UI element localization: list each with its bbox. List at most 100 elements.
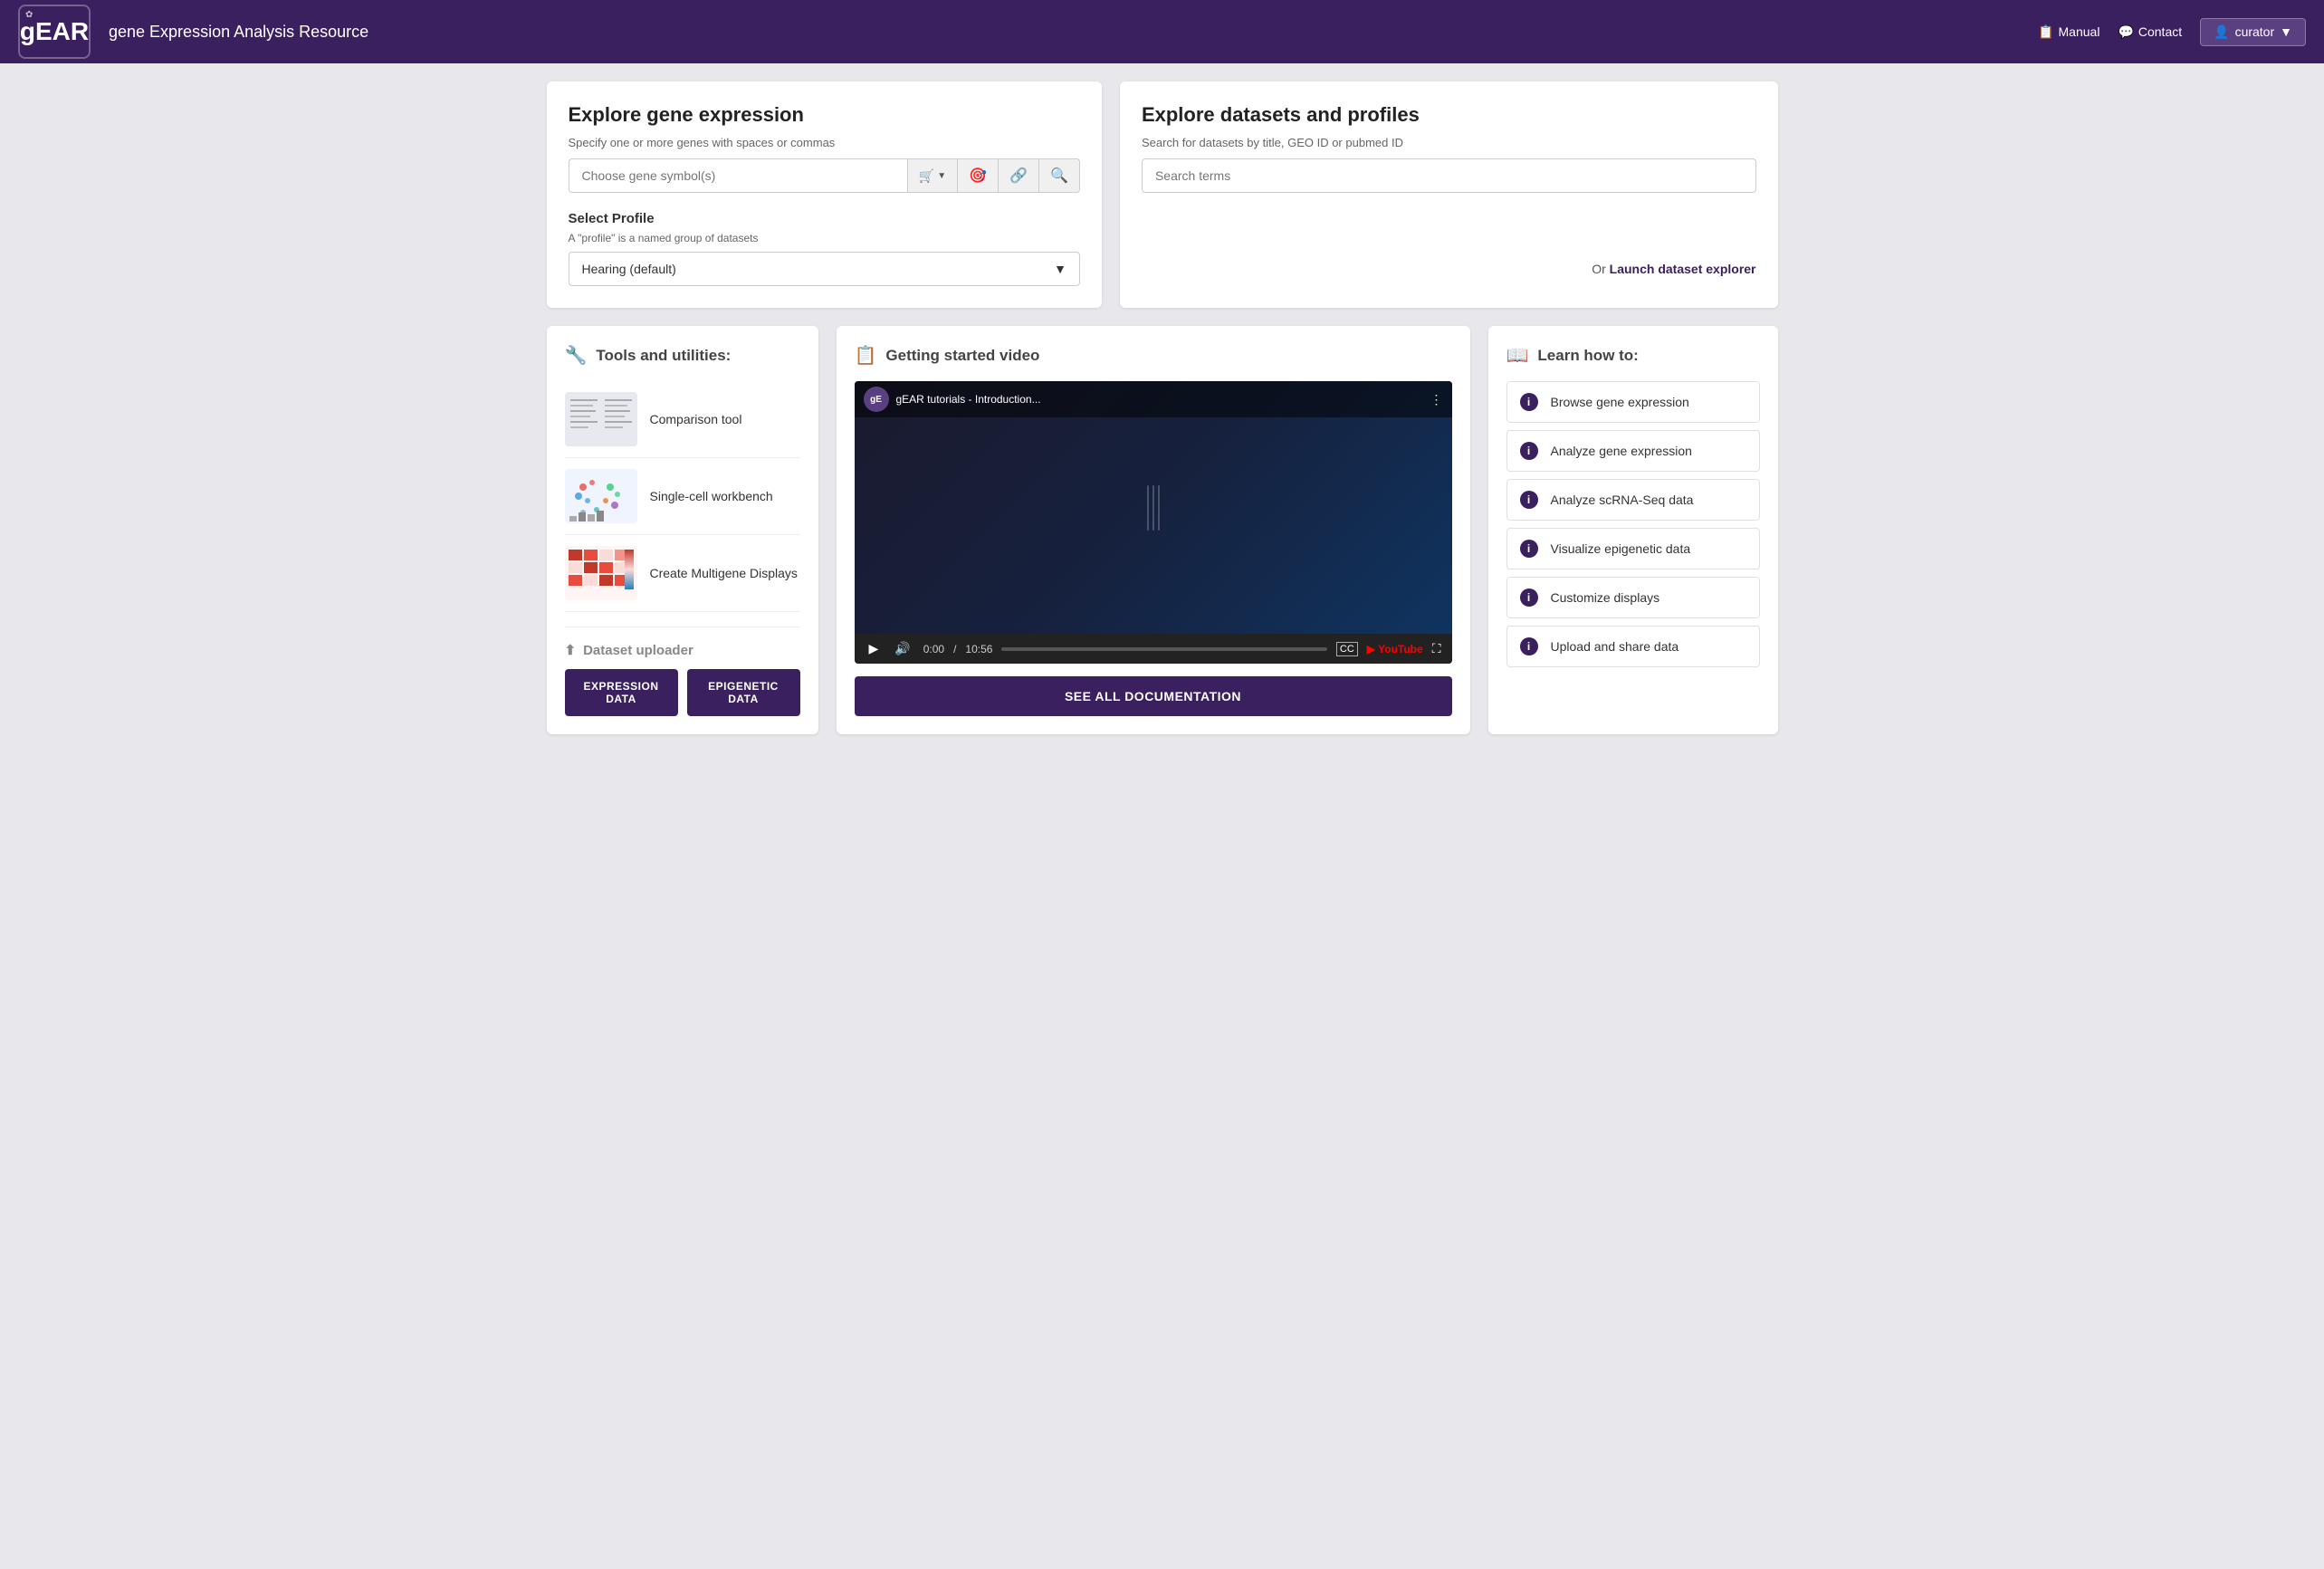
epigenetic-data-button[interactable]: EPIGENETIC DATA [687, 669, 800, 716]
video-section-icon: 📋 [855, 344, 877, 367]
contact-link[interactable]: 💬 Contact [2118, 24, 2182, 40]
expression-data-button[interactable]: EXPRESSION DATA [565, 669, 678, 716]
target-icon: 🎯 [969, 167, 987, 185]
link-button[interactable]: 🔗 [998, 159, 1038, 192]
cart-chevron-icon: ▼ [937, 171, 946, 181]
comparison-thumb [565, 392, 637, 446]
learn-item-analyze-gene[interactable]: i Analyze gene expression [1506, 430, 1760, 472]
video-title: gEAR tutorials - Introduction... [896, 393, 1041, 406]
vid-mini-1 [1147, 485, 1149, 531]
search-icon: 🔍 [1050, 167, 1068, 185]
video-overlay-header: gE gEAR tutorials - Introduction... ⋮ [855, 381, 1452, 417]
gene-symbol-input[interactable] [569, 159, 907, 192]
user-icon: 👤 [2214, 24, 2229, 40]
info-icon-5: i [1520, 588, 1538, 607]
app-title: gene Expression Analysis Resource [109, 23, 2038, 42]
cart-icon: 🛒 [919, 168, 934, 184]
launch-link-area: Or Launch dataset explorer [1142, 262, 1756, 276]
learn-label-5: Customize displays [1551, 590, 1660, 605]
learn-item-customize-displays[interactable]: i Customize displays [1506, 577, 1760, 618]
comparison-tool-item[interactable]: Comparison tool [565, 381, 800, 458]
see-all-documentation-button[interactable]: SEE ALL DOCUMENTATION [855, 676, 1452, 716]
video-thumbnail: gE gEAR tutorials - Introduction... ⋮ [855, 381, 1452, 634]
dataset-uploader-section: ⬆ Dataset uploader EXPRESSION DATA EPIGE… [565, 627, 800, 716]
gene-input-row: 🛒 ▼ 🎯 🔗 🔍 [569, 158, 1080, 193]
logo-box[interactable]: ✿ gEAR [18, 5, 91, 59]
learn-section-label: Learn how to: [1537, 347, 1638, 365]
tools-panel: 🔧 Tools and utilities: [547, 326, 818, 734]
video-controls: ▶ 🔊 0:00 / 10:56 CC ▶ YouTube ⛶ [855, 634, 1452, 664]
profile-chevron-icon: ▼ [1054, 262, 1066, 276]
learn-item-browse-gene[interactable]: i Browse gene expression [1506, 381, 1760, 423]
dataset-search-input[interactable] [1142, 158, 1756, 193]
learn-label-1: Browse gene expression [1551, 395, 1689, 409]
learn-panel: 📖 Learn how to: i Browse gene expression… [1488, 326, 1778, 734]
learn-item-analyze-scrna[interactable]: i Analyze scRNA-Seq data [1506, 479, 1760, 521]
bottom-panels-row: 🔧 Tools and utilities: [547, 326, 1778, 734]
profile-description: A "profile" is a named group of datasets [569, 232, 1080, 244]
launch-dataset-explorer-link[interactable]: Launch dataset explorer [1610, 262, 1756, 276]
time-total: 10:56 [965, 643, 992, 655]
video-channel-icon: gE [864, 387, 889, 412]
multigene-tool-item[interactable]: Create Multigene Displays [565, 535, 800, 612]
dataset-uploader-header: ⬆ Dataset uploader [565, 642, 800, 658]
explore-gene-panel: Explore gene expression Specify one or m… [547, 81, 1102, 308]
video-section-label: Getting started video [885, 347, 1039, 365]
explore-datasets-panel: Explore datasets and profiles Search for… [1120, 81, 1778, 308]
explore-datasets-subtitle: Search for datasets by title, GEO ID or … [1142, 136, 1756, 149]
multigene-thumb-svg [565, 546, 637, 600]
learn-label-2: Analyze gene expression [1551, 444, 1692, 458]
dataset-uploader-label: Dataset uploader [583, 643, 693, 658]
learn-label-3: Analyze scRNA-Seq data [1551, 493, 1694, 507]
singlecell-tool-item[interactable]: Single-cell workbench [565, 458, 800, 535]
progress-bar[interactable] [1001, 647, 1326, 651]
time-sep: / [953, 643, 956, 655]
learn-item-upload-share[interactable]: i Upload and share data [1506, 626, 1760, 667]
comparison-tool-label: Comparison tool [650, 412, 742, 426]
search-button[interactable]: 🔍 [1038, 159, 1079, 192]
cc-button[interactable]: CC [1336, 642, 1358, 656]
volume-button[interactable]: 🔊 [891, 639, 913, 658]
info-icon-2: i [1520, 442, 1538, 460]
explore-datasets-title: Explore datasets and profiles [1142, 103, 1756, 127]
video-screenshot [1129, 467, 1178, 549]
header-nav: 📋 Manual 💬 Contact 👤 curator ▼ [2038, 18, 2306, 46]
upload-icon: ⬆ [565, 642, 577, 658]
comparison-thumb-svg [565, 392, 637, 446]
cart-button[interactable]: 🛒 ▼ [907, 159, 957, 192]
profile-dropdown[interactable]: Hearing (default) ▼ [569, 252, 1080, 286]
upload-buttons: EXPRESSION DATA EPIGENETIC DATA [565, 669, 800, 716]
select-profile-label: Select Profile [569, 211, 1080, 226]
play-button[interactable]: ▶ [866, 639, 883, 658]
info-icon-4: i [1520, 540, 1538, 558]
main-content: Explore gene expression Specify one or m… [529, 63, 1796, 752]
top-panels-row: Explore gene expression Specify one or m… [547, 81, 1778, 308]
youtube-logo: ▶ YouTube [1367, 643, 1423, 655]
video-container: gE gEAR tutorials - Introduction... ⋮ ▶ … [855, 381, 1452, 664]
video-options-icon: ⋮ [1430, 392, 1443, 407]
info-icon-1: i [1520, 393, 1538, 411]
link-icon: 🔗 [1009, 167, 1028, 185]
video-panel-header: 📋 Getting started video [855, 344, 1452, 367]
vid-mini-2 [1152, 485, 1154, 531]
info-icon-6: i [1520, 637, 1538, 655]
select-profile-section: Select Profile A "profile" is a named gr… [569, 211, 1080, 286]
explore-gene-subtitle: Specify one or more genes with spaces or… [569, 136, 1080, 149]
singlecell-tool-label: Single-cell workbench [650, 489, 773, 503]
logo-gear-text: gEAR [20, 19, 89, 44]
vid-mini-3 [1158, 485, 1160, 531]
app-header: ✿ gEAR gene Expression Analysis Resource… [0, 0, 2324, 63]
target-button[interactable]: 🎯 [957, 159, 998, 192]
logo-area: ✿ gEAR [18, 5, 91, 59]
manual-icon: 📋 [2038, 24, 2053, 40]
fullscreen-button[interactable]: ⛶ [1432, 641, 1441, 656]
wrench-icon: 🔧 [565, 344, 588, 367]
learn-item-visualize-epigenetic[interactable]: i Visualize epigenetic data [1506, 528, 1760, 569]
curator-button[interactable]: 👤 curator ▼ [2200, 18, 2306, 46]
tools-section-label: Tools and utilities: [596, 347, 731, 365]
manual-link[interactable]: 📋 Manual [2038, 24, 2099, 40]
learn-label-4: Visualize epigenetic data [1551, 541, 1691, 556]
singlecell-thumb [565, 469, 637, 523]
learn-section-icon: 📖 [1506, 344, 1529, 367]
video-panel: 📋 Getting started video gE gEAR tutorial… [837, 326, 1470, 734]
